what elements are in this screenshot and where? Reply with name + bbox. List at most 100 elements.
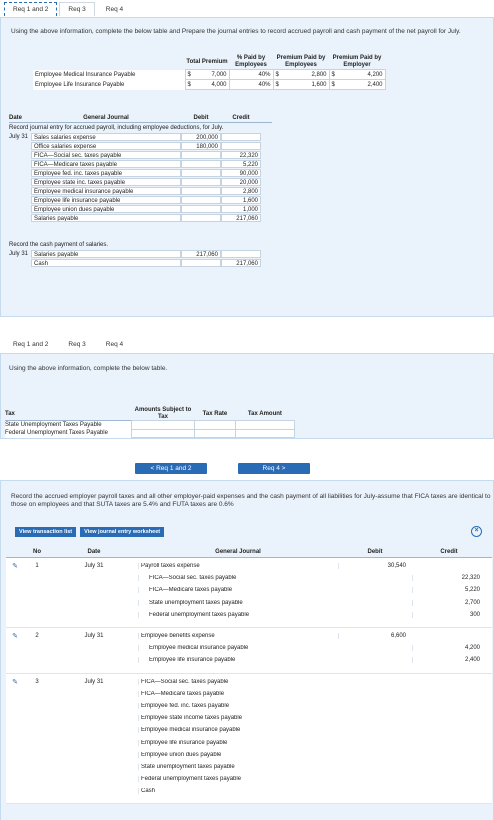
pencil-icon[interactable]: ✎ <box>6 632 24 640</box>
premium-pct-input[interactable]: 40% <box>228 79 274 90</box>
journal-debit-input[interactable] <box>181 213 221 222</box>
journal2-header-debit: Debit <box>367 549 383 555</box>
premium-by-employer-input[interactable]: $2,400 <box>328 79 386 90</box>
view-transaction-list-button[interactable]: View transaction list <box>15 527 77 537</box>
journal-account-select[interactable]: FICA—Medicare taxes payable <box>31 159 181 168</box>
mid-tab-bar: Req 1 and 2 Req 3 Req 4 <box>4 337 133 353</box>
tax-rate-input[interactable] <box>194 420 236 430</box>
journal-debit-input[interactable] <box>181 195 221 204</box>
journal1-note-accrued: Record journal entry for accrued payroll… <box>9 125 224 131</box>
journal-debit-input[interactable] <box>181 186 221 195</box>
journal-account-select[interactable]: Office salaries expense <box>31 141 181 150</box>
tax-amount-input[interactable] <box>234 420 296 430</box>
journal-account-select[interactable]: FICA—Social sec. taxes payable <box>31 150 181 159</box>
journal-account: Employee life insurance payable <box>138 739 338 746</box>
journal-account: Employee life insurance payable <box>138 657 338 664</box>
tax-amount-subject-input[interactable] <box>130 420 196 430</box>
journal-credit-input[interactable]: 20,000 <box>221 177 261 186</box>
journal-account-select[interactable]: Employee medical insurance payable <box>31 186 181 195</box>
tax-amount-subject-input[interactable] <box>130 429 196 438</box>
tab-req-4[interactable]: Req 4 <box>96 337 133 351</box>
journal-account-select[interactable]: Employee state inc. taxes payable <box>31 177 181 186</box>
premium-total-input[interactable]: $7,000 <box>184 69 230 80</box>
journal-debit: 6,600 <box>338 633 412 640</box>
premium-by-emp-value: 1,600 <box>311 81 327 88</box>
journal-credit-input[interactable]: 2,800 <box>221 186 261 195</box>
premium-by-employer-input[interactable]: $4,200 <box>328 69 386 80</box>
premium-header-by-employer: Premium Paid by Employer <box>332 55 382 68</box>
journal-credit-input[interactable] <box>221 249 261 258</box>
tax-header-amount: Tax Amount <box>247 410 282 417</box>
journal-row: Employee union dues payable <box>6 749 492 761</box>
journal-row: Office salaries expense 180,000 <box>9 141 272 150</box>
journal-account-select[interactable]: Employee life insurance payable <box>31 195 181 204</box>
journal1-header-date: Date <box>9 115 23 121</box>
premium-by-employer-value: 4,200 <box>367 71 383 78</box>
journal-account: State unemployment taxes payable <box>138 763 338 770</box>
premium-by-emp-input[interactable]: $2,800 <box>272 69 330 80</box>
journal-credit-input[interactable]: 22,320 <box>221 150 261 159</box>
tax-rate-input[interactable] <box>194 429 236 438</box>
journal-debit-input[interactable] <box>181 168 221 177</box>
journal-entry-group: ✎ 1 July 31 Payroll taxes expense 30,540 FICA… <box>6 558 492 628</box>
journal-account: FICA—Medicare taxes payable <box>138 690 338 697</box>
journal2-header-date: Date <box>87 549 101 555</box>
tab-req-4[interactable]: Req 4 <box>96 2 133 16</box>
journal-account-select[interactable]: Employee fed. inc. taxes payable <box>31 168 181 177</box>
journal-debit-input[interactable]: 180,000 <box>181 141 221 150</box>
journal-account-select[interactable]: Sales salaries expense <box>31 132 181 141</box>
premium-pct-input[interactable]: 40% <box>228 69 274 80</box>
premium-total-input[interactable]: $4,000 <box>184 79 230 90</box>
journal-credit: 2,400 <box>412 657 486 664</box>
journal-account-select[interactable]: Cash <box>31 258 181 267</box>
entry-number: 2 <box>35 633 39 640</box>
pencil-icon[interactable]: ✎ <box>6 678 24 686</box>
journal-credit-input[interactable]: 217,060 <box>221 213 261 222</box>
journal-credit: 300 <box>412 611 486 618</box>
view-journal-worksheet-button[interactable]: View journal entry worksheet <box>80 527 165 537</box>
tab-req-1-and-2[interactable]: Req 1 and 2 <box>4 2 58 16</box>
entry-date: July 31 <box>84 678 104 685</box>
journal-row-date: July 31 <box>9 250 29 257</box>
premium-by-emp-value: 2,800 <box>311 71 327 78</box>
tax-row-label: Federal Unemployment Taxes Payable <box>5 430 108 436</box>
journal-account-select[interactable]: Salaries payable <box>31 249 181 258</box>
journal-debit-input[interactable] <box>181 204 221 213</box>
journal-debit-input[interactable] <box>181 258 221 267</box>
journal-row: FICA—Medicare taxes payable 5,220 <box>9 159 272 168</box>
close-icon[interactable]: × <box>471 526 482 537</box>
journal-entry-group: ✎ 3 July 31 FICA—Social sec. taxes payable F… <box>6 674 492 805</box>
journal-credit-input[interactable]: 217,060 <box>221 258 261 267</box>
tax-header-tax: Tax <box>5 410 15 417</box>
tab-req-3[interactable]: Req 3 <box>59 2 95 16</box>
journal-credit-input[interactable] <box>221 141 261 150</box>
journal-accrued-payroll: Date General Journal Debit Credit Record… <box>9 114 272 267</box>
journal-debit-input[interactable] <box>181 150 221 159</box>
premium-by-emp-input[interactable]: $1,600 <box>272 79 330 90</box>
journal-debit-input[interactable] <box>181 177 221 186</box>
journal-debit-input[interactable]: 200,000 <box>181 132 221 141</box>
journal-debit-input[interactable] <box>181 159 221 168</box>
journal-credit-input[interactable] <box>221 132 261 141</box>
journal-credit-input[interactable]: 1,000 <box>221 204 261 213</box>
journal-account: FICA—Social sec. taxes payable <box>138 575 338 582</box>
journal-account-select[interactable]: Salaries payable <box>31 213 181 222</box>
journal-account: Federal unemployment taxes payable <box>138 776 338 783</box>
tab-req-3[interactable]: Req 3 <box>59 337 95 351</box>
prev-req-button[interactable]: < Req 1 and 2 <box>135 463 207 474</box>
journal-credit: 2,700 <box>412 599 486 606</box>
next-req-button[interactable]: Req 4 > <box>238 463 310 474</box>
tab-req-1-and-2[interactable]: Req 1 and 2 <box>4 337 58 351</box>
journal-credit: 5,220 <box>412 587 486 594</box>
journal-debit-input[interactable]: 217,060 <box>181 249 221 258</box>
entry-date: July 31 <box>84 563 104 570</box>
tax-amount-input[interactable] <box>234 429 296 438</box>
journal-credit-input[interactable]: 90,000 <box>221 168 261 177</box>
journal-credit-input[interactable]: 1,600 <box>221 195 261 204</box>
currency-symbol: $ <box>331 81 335 88</box>
journal-credit-input[interactable]: 5,220 <box>221 159 261 168</box>
pencil-icon[interactable]: ✎ <box>6 562 24 570</box>
journal-account-select[interactable]: Employee union dues payable <box>31 204 181 213</box>
tax-header-rate: Tax Rate <box>202 410 228 417</box>
journal2-header-no: No <box>33 549 41 555</box>
